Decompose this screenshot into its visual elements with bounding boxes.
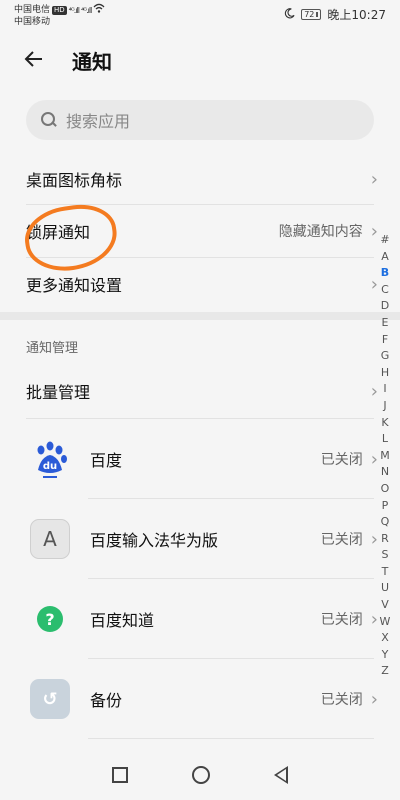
status-right: 72 晚上10:27	[284, 6, 386, 23]
svg-text:du: du	[43, 461, 57, 472]
chevron-right-icon: ›	[370, 220, 378, 242]
chevron-right-icon: ›	[370, 688, 378, 710]
index-letter[interactable]: L	[382, 431, 388, 448]
backup-icon: ↺	[30, 679, 70, 719]
app-name: 备份	[90, 691, 123, 710]
baidu-zhidao-icon: ?	[30, 599, 70, 639]
app-status: 已关闭	[320, 532, 363, 548]
index-letter[interactable]: B	[381, 265, 389, 282]
back-arrow-icon[interactable]	[22, 44, 54, 76]
settings-row-label: 更多通知设置	[26, 276, 123, 295]
settings-row-badge[interactable]: 桌面图标角标 ›	[0, 153, 380, 205]
app-row-baidu[interactable]: du 百度 已关闭 ›	[0, 419, 380, 499]
settings-row-value: 隐藏通知内容	[278, 224, 363, 240]
index-letter[interactable]: R	[381, 531, 389, 548]
index-letter[interactable]: U	[381, 580, 389, 597]
divider	[88, 738, 374, 739]
index-letter[interactable]: A	[381, 249, 389, 266]
moon-icon	[284, 7, 295, 22]
index-letter[interactable]: H	[381, 365, 389, 382]
index-letter[interactable]: T	[382, 564, 389, 581]
index-letter[interactable]: I	[383, 381, 386, 398]
search-placeholder: 搜索应用	[66, 112, 131, 131]
index-letter[interactable]: S	[382, 547, 389, 564]
question-icon: ?	[37, 606, 63, 632]
index-letter[interactable]: C	[381, 282, 389, 299]
back-triangle-icon[interactable]	[274, 766, 288, 784]
alphabet-index[interactable]: # A B C D E F G H I J K L M N O P Q R S T U V W X Y Z	[378, 232, 392, 680]
app-status: 已关闭	[320, 612, 363, 628]
hd-badge: HD	[52, 5, 67, 15]
recent-apps-icon[interactable]	[112, 767, 128, 783]
status-bar: 中国电信 HD ⁴ᴳ.ıll ⁴ᴳ.ıll 中国移动 72 晚上10:27	[0, 0, 400, 28]
index-letter[interactable]: J	[383, 398, 386, 415]
index-letter[interactable]: Q	[381, 514, 390, 531]
carrier1-label: 中国电信	[14, 4, 51, 15]
chevron-right-icon: ›	[370, 528, 378, 550]
navigation-bar	[0, 750, 400, 800]
index-letter[interactable]: E	[382, 315, 389, 332]
index-letter[interactable]: N	[381, 464, 389, 481]
batch-manage-label: 批量管理	[26, 383, 91, 402]
batch-manage-row[interactable]: 批量管理 ›	[0, 365, 380, 417]
home-icon[interactable]	[192, 766, 210, 784]
chevron-right-icon: ›	[370, 168, 378, 190]
index-letter[interactable]: Y	[382, 647, 389, 664]
chevron-right-icon: ›	[370, 273, 378, 295]
search-input[interactable]: 搜索应用	[26, 100, 374, 140]
chevron-right-icon: ›	[370, 380, 378, 402]
battery-icon: 72	[301, 9, 322, 20]
baidu-ime-icon: A	[30, 519, 70, 559]
index-letter[interactable]: Z	[381, 663, 389, 680]
app-status: 已关闭	[320, 452, 363, 468]
index-letter[interactable]: F	[382, 332, 388, 349]
index-letter[interactable]: V	[381, 597, 389, 614]
chevron-right-icon: ›	[370, 448, 378, 470]
app-row-backup[interactable]: ↺ 备份 已关闭 ›	[0, 659, 380, 739]
signal-icon: ⁴ᴳ.ıll	[81, 5, 92, 15]
baidu-icon: du	[30, 439, 70, 479]
search-icon	[40, 111, 58, 129]
index-letter[interactable]: #	[380, 232, 389, 249]
app-name: 百度输入法华为版	[90, 531, 219, 550]
signal-icon: ⁴ᴳ.ıll	[68, 5, 80, 15]
clock: 晚上10:27	[327, 8, 386, 22]
header: 通知	[0, 36, 400, 84]
index-letter[interactable]: K	[381, 415, 388, 432]
chevron-right-icon: ›	[370, 608, 378, 630]
app-row-baidu-zhidao[interactable]: ? 百度知道 已关闭 ›	[0, 579, 380, 659]
index-letter[interactable]: D	[381, 298, 389, 315]
app-status: 已关闭	[320, 692, 363, 708]
settings-row-label: 桌面图标角标	[26, 171, 123, 190]
wifi-icon	[93, 3, 105, 17]
carrier2-label: 中国移动	[14, 17, 51, 27]
section-divider	[0, 312, 400, 320]
carrier-info: 中国电信 HD ⁴ᴳ.ıll ⁴ᴳ.ıll 中国移动	[14, 3, 105, 28]
index-letter[interactable]: G	[381, 348, 390, 365]
index-letter[interactable]: P	[382, 498, 389, 515]
index-letter[interactable]: M	[380, 448, 390, 465]
index-letter[interactable]: W	[380, 614, 391, 631]
app-name: 百度知道	[90, 611, 155, 630]
app-name: 百度	[90, 451, 123, 470]
index-letter[interactable]: O	[381, 481, 390, 498]
app-row-baidu-ime[interactable]: A 百度输入法华为版 已关闭 ›	[0, 499, 380, 579]
index-letter[interactable]: X	[381, 630, 389, 647]
page-title: 通知	[72, 50, 112, 74]
section-title: 通知管理	[26, 341, 79, 356]
